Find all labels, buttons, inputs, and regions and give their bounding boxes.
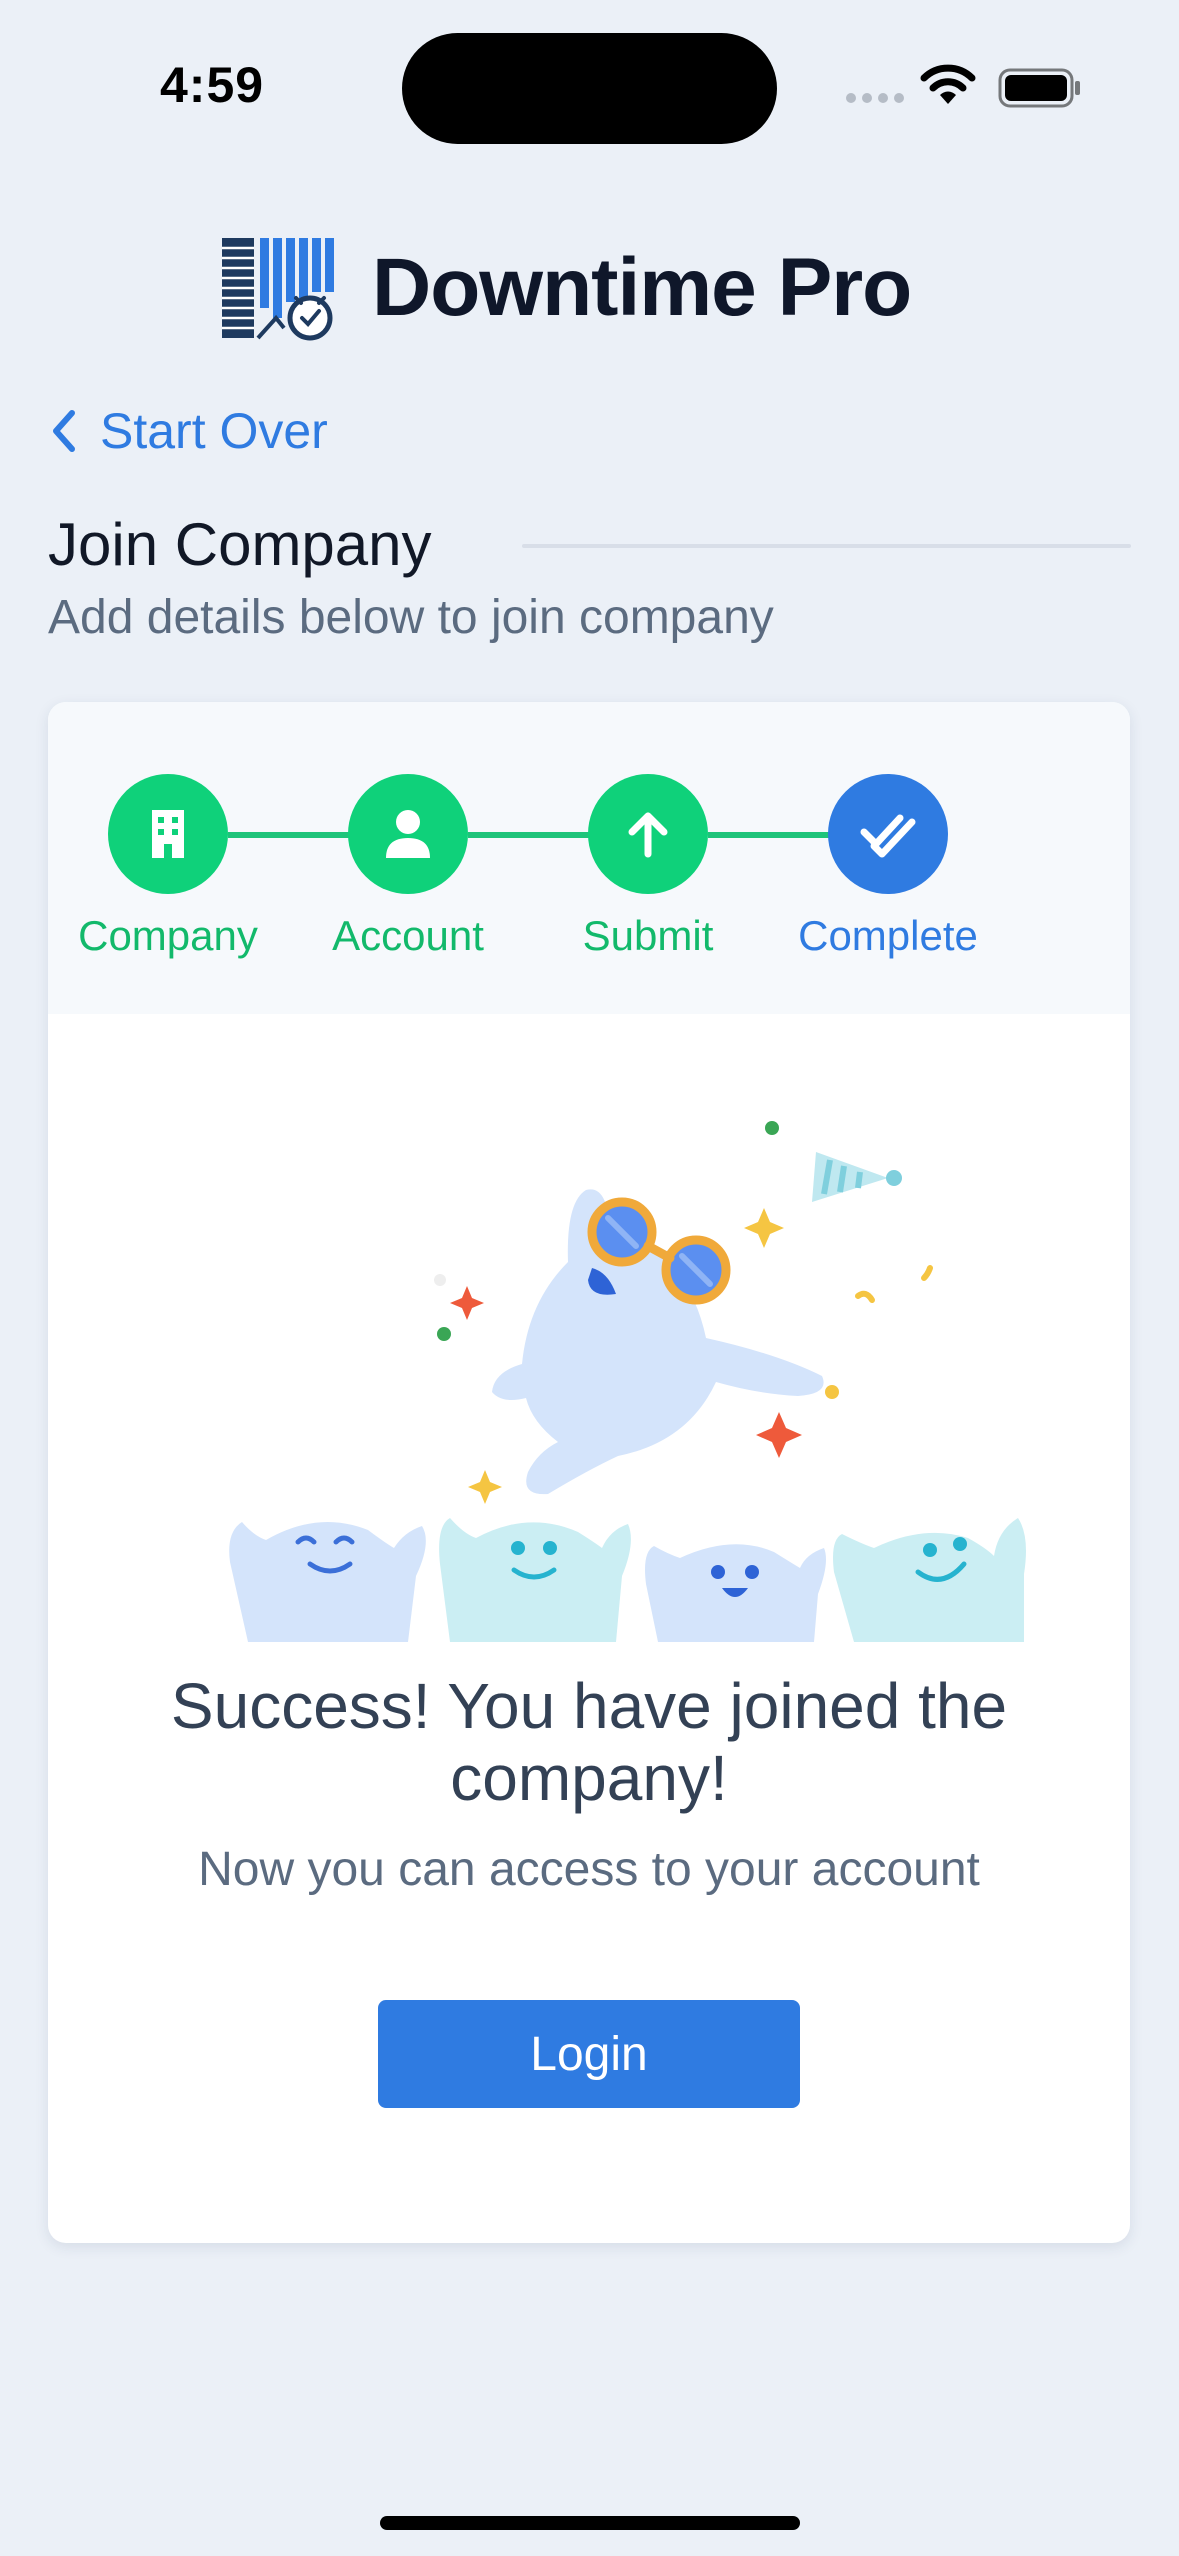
- login-button[interactable]: Login: [378, 2000, 800, 2108]
- step-submit-label: Submit: [582, 912, 714, 959]
- step-company-circle: [108, 774, 228, 894]
- brand-header: Downtime Pro: [220, 232, 912, 344]
- cellular-signal-icon: [846, 93, 904, 103]
- step-complete-label: Complete: [798, 912, 978, 959]
- brand-title: Downtime Pro: [372, 242, 912, 333]
- step-account-circle: [348, 774, 468, 894]
- celebration-illustration: [229, 1121, 1026, 1642]
- double-check-icon: [860, 814, 916, 858]
- success-subtitle: Now you can access to your account: [198, 1843, 980, 1896]
- user-icon: [386, 810, 430, 858]
- start-over-label: Start Over: [100, 403, 328, 459]
- step-company: Company: [48, 774, 288, 960]
- downtime-pro-logo-icon: [222, 238, 334, 341]
- page-subtitle: Add details below to join company: [48, 591, 774, 644]
- step-account-label: Account: [332, 912, 484, 959]
- page-title: Join Company: [48, 511, 432, 578]
- step-complete: Complete: [768, 774, 1008, 960]
- title-divider: [522, 544, 1131, 548]
- building-icon: [152, 810, 184, 858]
- join-company-card: Company Account Submit Complete Success!…: [48, 702, 1130, 2243]
- step-submit-circle: [588, 774, 708, 894]
- success-title: Success! You have joined the company!: [170, 1670, 1008, 1814]
- chevron-left-icon: [53, 410, 75, 452]
- step-complete-circle: [828, 774, 948, 894]
- status-time: 4:59: [160, 57, 265, 113]
- dynamic-island: [402, 33, 777, 144]
- step-submit: Submit: [528, 774, 768, 960]
- status-bar: 4:59: [0, 0, 1179, 170]
- home-indicator: [380, 2516, 800, 2530]
- step-account: Account: [288, 774, 528, 960]
- start-over-link[interactable]: Start Over: [50, 402, 328, 460]
- wifi-icon: [920, 64, 976, 104]
- progress-stepper: Company Account Submit Complete: [48, 702, 1130, 1014]
- battery-icon: [998, 68, 1080, 108]
- step-company-label: Company: [78, 912, 258, 959]
- arrow-up-icon: [628, 812, 668, 858]
